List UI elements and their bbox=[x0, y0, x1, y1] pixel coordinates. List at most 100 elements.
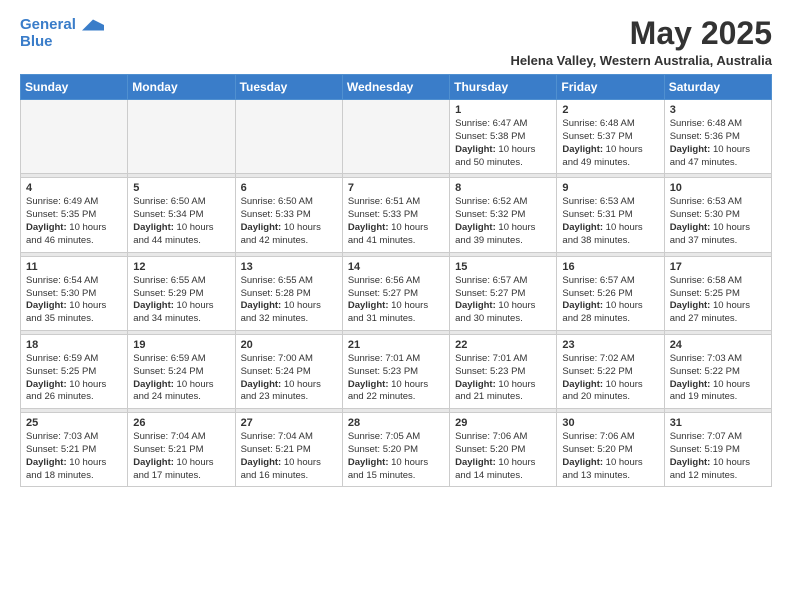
table-row: 26Sunrise: 7:04 AMSunset: 5:21 PMDayligh… bbox=[128, 413, 235, 487]
daylight-text: Daylight: 10 hours and 46 minutes. bbox=[26, 222, 122, 248]
daylight-label: Daylight: bbox=[26, 457, 67, 468]
table-row: 18Sunrise: 6:59 AMSunset: 5:25 PMDayligh… bbox=[21, 334, 128, 408]
daylight-text: Daylight: 10 hours and 20 minutes. bbox=[562, 379, 658, 405]
sunrise-text: Sunrise: 7:07 AM bbox=[670, 431, 766, 444]
sunset-text: Sunset: 5:26 PM bbox=[562, 288, 658, 301]
daylight-label: Daylight: bbox=[670, 300, 711, 311]
day-info: Sunrise: 6:58 AMSunset: 5:25 PMDaylight:… bbox=[670, 275, 766, 326]
sunset-text: Sunset: 5:21 PM bbox=[26, 444, 122, 457]
calendar-week-row: 18Sunrise: 6:59 AMSunset: 5:25 PMDayligh… bbox=[21, 334, 772, 408]
sunset-text: Sunset: 5:19 PM bbox=[670, 444, 766, 457]
day-number: 9 bbox=[562, 182, 658, 194]
daylight-text: Daylight: 10 hours and 21 minutes. bbox=[455, 379, 551, 405]
day-number: 5 bbox=[133, 182, 229, 194]
sunset-text: Sunset: 5:21 PM bbox=[133, 444, 229, 457]
sunrise-text: Sunrise: 6:50 AM bbox=[241, 196, 337, 209]
sunrise-text: Sunrise: 7:03 AM bbox=[670, 353, 766, 366]
day-info: Sunrise: 6:56 AMSunset: 5:27 PMDaylight:… bbox=[348, 275, 444, 326]
table-row: 29Sunrise: 7:06 AMSunset: 5:20 PMDayligh… bbox=[450, 413, 557, 487]
daylight-text: Daylight: 10 hours and 22 minutes. bbox=[348, 379, 444, 405]
table-row: 3Sunrise: 6:48 AMSunset: 5:36 PMDaylight… bbox=[664, 100, 771, 174]
sunset-text: Sunset: 5:27 PM bbox=[348, 288, 444, 301]
daylight-label: Daylight: bbox=[562, 222, 603, 233]
daylight-label: Daylight: bbox=[26, 300, 67, 311]
day-info: Sunrise: 6:49 AMSunset: 5:35 PMDaylight:… bbox=[26, 196, 122, 247]
day-number: 11 bbox=[26, 261, 122, 273]
calendar-week-row: 11Sunrise: 6:54 AMSunset: 5:30 PMDayligh… bbox=[21, 256, 772, 330]
sunrise-text: Sunrise: 7:01 AM bbox=[348, 353, 444, 366]
day-info: Sunrise: 7:03 AMSunset: 5:22 PMDaylight:… bbox=[670, 353, 766, 404]
daylight-label: Daylight: bbox=[348, 379, 389, 390]
day-number: 13 bbox=[241, 261, 337, 273]
day-info: Sunrise: 7:01 AMSunset: 5:23 PMDaylight:… bbox=[455, 353, 551, 404]
daylight-label: Daylight: bbox=[562, 300, 603, 311]
daylight-label: Daylight: bbox=[348, 300, 389, 311]
sunrise-text: Sunrise: 6:59 AM bbox=[26, 353, 122, 366]
sunrise-text: Sunrise: 6:57 AM bbox=[455, 275, 551, 288]
table-row: 1Sunrise: 6:47 AMSunset: 5:38 PMDaylight… bbox=[450, 100, 557, 174]
calendar-week-row: 25Sunrise: 7:03 AMSunset: 5:21 PMDayligh… bbox=[21, 413, 772, 487]
table-row: 15Sunrise: 6:57 AMSunset: 5:27 PMDayligh… bbox=[450, 256, 557, 330]
sunrise-text: Sunrise: 6:56 AM bbox=[348, 275, 444, 288]
day-info: Sunrise: 6:50 AMSunset: 5:33 PMDaylight:… bbox=[241, 196, 337, 247]
daylight-text: Daylight: 10 hours and 26 minutes. bbox=[26, 379, 122, 405]
table-row: 6 Sunrise: 6:50 AMSunset: 5:33 PMDaylight… bbox=[235, 178, 342, 252]
daylight-text: Daylight: 10 hours and 17 minutes. bbox=[133, 457, 229, 483]
sunset-text: Sunset: 5:30 PM bbox=[26, 288, 122, 301]
sunset-text: Sunset: 5:27 PM bbox=[455, 288, 551, 301]
daylight-label: Daylight: bbox=[670, 144, 711, 155]
daylight-text: Daylight: 10 hours and 39 minutes. bbox=[455, 222, 551, 248]
day-number: 20 bbox=[241, 339, 337, 351]
day-number: 17 bbox=[670, 261, 766, 273]
day-number: 12 bbox=[133, 261, 229, 273]
sunset-text: Sunset: 5:23 PM bbox=[455, 366, 551, 379]
daylight-text: Daylight: 10 hours and 16 minutes. bbox=[241, 457, 337, 483]
daylight-label: Daylight: bbox=[670, 379, 711, 390]
logo: General Blue bbox=[20, 16, 104, 49]
daylight-text: Daylight: 10 hours and 28 minutes. bbox=[562, 300, 658, 326]
daylight-label: Daylight: bbox=[455, 144, 496, 155]
sunset-text: Sunset: 5:29 PM bbox=[133, 288, 229, 301]
logo-blue: Blue bbox=[20, 34, 104, 49]
day-number: 6 bbox=[241, 182, 337, 194]
day-number: 24 bbox=[670, 339, 766, 351]
calendar-header-row: Sunday Monday Tuesday Wednesday Thursday… bbox=[21, 75, 772, 100]
sunrise-text: Sunrise: 7:00 AM bbox=[241, 353, 337, 366]
sunrise-text: Sunrise: 6:58 AM bbox=[670, 275, 766, 288]
daylight-label: Daylight: bbox=[348, 222, 389, 233]
table-row: 14Sunrise: 6:56 AMSunset: 5:27 PMDayligh… bbox=[342, 256, 449, 330]
table-row: 11Sunrise: 6:54 AMSunset: 5:30 PMDayligh… bbox=[21, 256, 128, 330]
sunset-text: Sunset: 5:33 PM bbox=[241, 209, 337, 222]
daylight-text: Daylight: 10 hours and 24 minutes. bbox=[133, 379, 229, 405]
daylight-text: Daylight: 10 hours and 42 minutes. bbox=[241, 222, 337, 248]
col-tuesday: Tuesday bbox=[235, 75, 342, 100]
day-info: Sunrise: 7:00 AMSunset: 5:24 PMDaylight:… bbox=[241, 353, 337, 404]
day-info: Sunrise: 6:51 AMSunset: 5:33 PMDaylight:… bbox=[348, 196, 444, 247]
sunrise-text: Sunrise: 7:06 AM bbox=[562, 431, 658, 444]
sunrise-text: Sunrise: 7:02 AM bbox=[562, 353, 658, 366]
day-number: 8 bbox=[455, 182, 551, 194]
daylight-label: Daylight: bbox=[455, 300, 496, 311]
table-row: 23Sunrise: 7:02 AMSunset: 5:22 PMDayligh… bbox=[557, 334, 664, 408]
sunrise-text: Sunrise: 6:50 AM bbox=[133, 196, 229, 209]
logo-text: General bbox=[20, 16, 104, 34]
day-number: 26 bbox=[133, 417, 229, 429]
sunset-text: Sunset: 5:30 PM bbox=[670, 209, 766, 222]
sunset-text: Sunset: 5:31 PM bbox=[562, 209, 658, 222]
daylight-text: Daylight: 10 hours and 37 minutes. bbox=[670, 222, 766, 248]
col-thursday: Thursday bbox=[450, 75, 557, 100]
calendar-week-row: 1Sunrise: 6:47 AMSunset: 5:38 PMDaylight… bbox=[21, 100, 772, 174]
calendar-table: Sunday Monday Tuesday Wednesday Thursday… bbox=[20, 74, 772, 487]
day-number: 1 bbox=[455, 104, 551, 116]
sunrise-text: Sunrise: 6:51 AM bbox=[348, 196, 444, 209]
day-info: Sunrise: 6:50 AMSunset: 5:34 PMDaylight:… bbox=[133, 196, 229, 247]
location-subtitle: Helena Valley, Western Australia, Austra… bbox=[510, 53, 772, 68]
table-row: 27Sunrise: 7:04 AMSunset: 5:21 PMDayligh… bbox=[235, 413, 342, 487]
table-row: 4 Sunrise: 6:49 AMSunset: 5:35 PMDaylight… bbox=[21, 178, 128, 252]
daylight-text: Daylight: 10 hours and 12 minutes. bbox=[670, 457, 766, 483]
day-number: 19 bbox=[133, 339, 229, 351]
day-number: 4 bbox=[26, 182, 122, 194]
col-saturday: Saturday bbox=[664, 75, 771, 100]
sunset-text: Sunset: 5:36 PM bbox=[670, 131, 766, 144]
sunset-text: Sunset: 5:25 PM bbox=[26, 366, 122, 379]
